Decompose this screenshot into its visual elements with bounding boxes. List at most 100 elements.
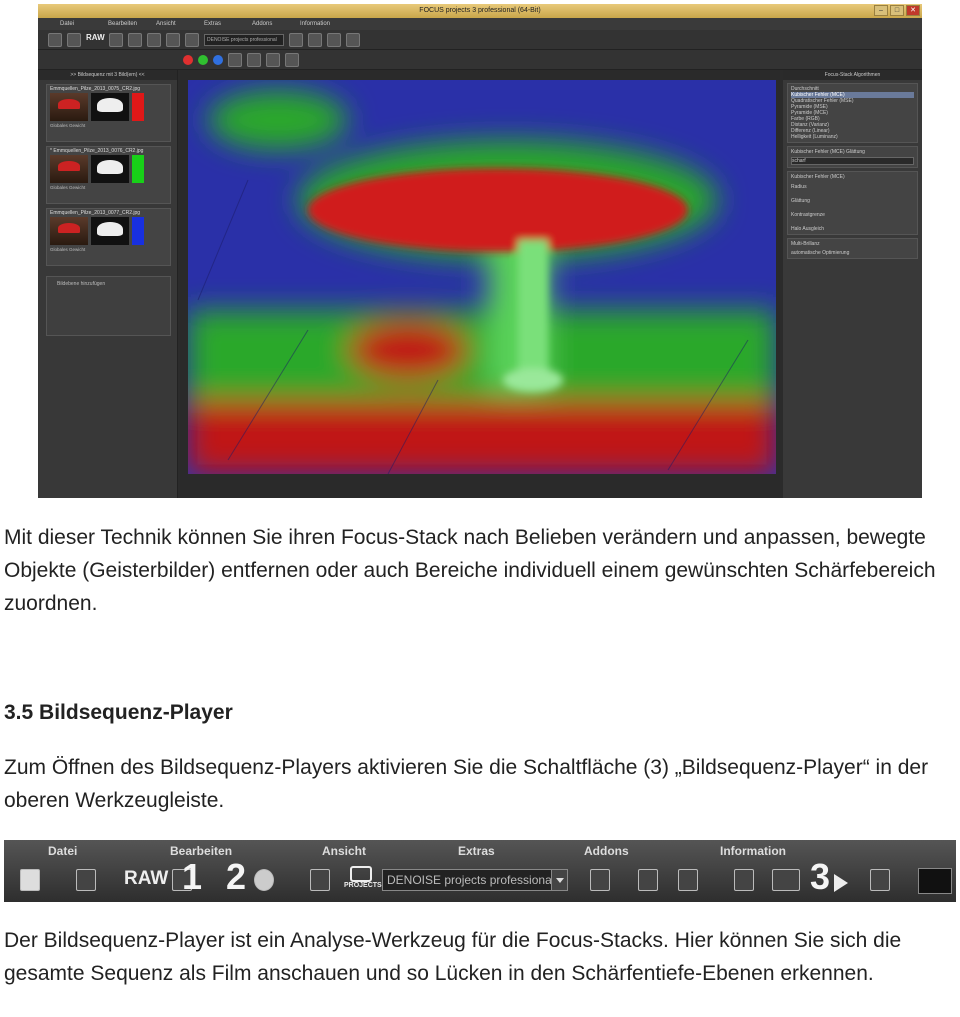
callout-2: 2	[226, 856, 247, 897]
mask-color-swatch[interactable]	[132, 155, 144, 183]
focus-app-screenshot: FOCUS projects 3 professional (64-Bit) –…	[38, 4, 922, 498]
layer-name: Emmquellen_Pilze_2013_0075_CR2.jpg	[50, 86, 141, 92]
param-contrast[interactable]: Kontrastgrenze	[791, 212, 914, 218]
menu-extras[interactable]: Extras	[458, 842, 495, 860]
eraser-icon[interactable]	[266, 52, 280, 67]
new-file-icon[interactable]	[20, 869, 40, 891]
layer-thumbnail	[50, 93, 88, 121]
maximize-button[interactable]: □	[890, 5, 904, 16]
save-project-icon[interactable]	[310, 869, 330, 891]
histogram-icon[interactable]	[918, 868, 952, 894]
menu-ansicht[interactable]: Ansicht	[134, 18, 182, 30]
algorithm-panel: Focus-Stack Algorithmen Durchschnitt Kub…	[783, 70, 922, 498]
brush-icon[interactable]	[228, 52, 242, 67]
tool-icon[interactable]	[346, 32, 360, 47]
focus-mask-image	[188, 80, 776, 474]
params-title: Kubischer Fehler (MCE)	[791, 174, 845, 180]
denoise-select[interactable]: DENOISE projects professional	[382, 869, 568, 891]
menu-ansicht[interactable]: Ansicht	[322, 842, 366, 860]
brilliance-box: Multi-Brillanz automatische Optimierung	[787, 238, 918, 259]
menu-information[interactable]: Information	[278, 18, 330, 30]
menu-extras[interactable]: Extras	[182, 18, 230, 30]
params-box: Kubischer Fehler (MCE) Radius Glättung K…	[787, 171, 918, 235]
filmstrip-icon[interactable]	[772, 869, 800, 891]
algorithm-list: Durchschnitt Kubischer Fehler (MCE) Quad…	[787, 83, 918, 143]
save-icon[interactable]	[76, 869, 96, 891]
red-mask-icon[interactable]	[183, 54, 193, 65]
mask-color-swatch[interactable]	[132, 93, 144, 121]
menu-information[interactable]: Information	[720, 842, 786, 860]
green-mask-icon[interactable]	[198, 54, 208, 65]
algorithm-item[interactable]: Helligkeit (Luminanz)	[791, 134, 914, 140]
toolbar-detail-screenshot: Datei Bearbeiten Ansicht Extras Addons I…	[4, 840, 956, 902]
param-smoothing[interactable]: Glättung	[791, 198, 914, 204]
mask-color-swatch[interactable]	[132, 217, 144, 245]
save-as-icon[interactable]	[734, 869, 754, 891]
save-icon[interactable]	[166, 32, 180, 47]
info-icon[interactable]	[870, 869, 890, 891]
play-icon[interactable]	[834, 874, 848, 892]
window-title: FOCUS projects 3 professional (64-Bit)	[419, 7, 541, 14]
raw-button[interactable]: RAW	[86, 33, 105, 47]
projects-label: PROJECTS	[344, 882, 382, 889]
title-bar: FOCUS projects 3 professional (64-Bit) –…	[38, 4, 922, 18]
tool-icon[interactable]	[109, 32, 123, 47]
projects-icon[interactable]	[185, 32, 199, 47]
smoothing-box: Kubischer Fehler (MCE) Glättung scharf	[787, 146, 918, 168]
close-button[interactable]: ✕	[906, 5, 920, 16]
chevron-down-icon[interactable]	[551, 870, 567, 890]
param-halo[interactable]: Halo Ausgleich	[791, 226, 914, 232]
section-heading: 3.5 Bildsequenz-Player	[4, 701, 233, 724]
layer-name: * Emmquellen_Pilze_2013_0076_CR2.jpg	[50, 148, 144, 154]
tool-icon[interactable]	[128, 32, 142, 47]
secondary-toolbar	[38, 50, 922, 70]
layer-item[interactable]: Emmquellen_Pilze_2013_0075_CR2.jpg Globa…	[46, 84, 171, 142]
smoothing-title: Kubischer Fehler (MCE) Glättung	[791, 149, 865, 155]
minimize-button[interactable]: –	[874, 5, 888, 16]
main-toolbar: RAW DENOISE projects professional	[38, 30, 922, 50]
image-canvas[interactable]	[180, 70, 780, 498]
layer-thumbnail	[50, 217, 88, 245]
menu-datei[interactable]: Datei	[48, 842, 77, 860]
layer-mask	[91, 93, 129, 121]
play-icon[interactable]	[327, 32, 341, 47]
projects-button[interactable]: PROJECTS	[344, 866, 382, 894]
menu-bearbeiten[interactable]: Bearbeiten	[86, 18, 137, 30]
layer-mask	[91, 155, 129, 183]
tool-icon[interactable]	[147, 32, 161, 47]
layer-thumbnail	[50, 155, 88, 183]
camera-icon	[350, 866, 372, 882]
new-icon[interactable]	[48, 32, 62, 47]
layer-item[interactable]: Emmquellen_Pilze_2013_0077_CR2.jpg Globa…	[46, 208, 171, 266]
smoothing-select[interactable]: scharf	[791, 157, 914, 165]
menu-addons[interactable]: Addons	[230, 18, 278, 30]
denoise-select-value: DENOISE projects professional	[387, 873, 555, 887]
stack-icon[interactable]	[590, 869, 610, 891]
param-radius[interactable]: Radius	[791, 184, 914, 190]
copy-icon[interactable]	[638, 869, 658, 891]
export-icon[interactable]	[678, 869, 698, 891]
menu-bar: Datei Bearbeiten Ansicht Extras Addons I…	[38, 18, 922, 30]
save-icon[interactable]	[67, 32, 81, 47]
palette-icon[interactable]	[254, 869, 274, 891]
menu-addons[interactable]: Addons	[584, 842, 629, 860]
raw-button[interactable]: RAW	[124, 868, 168, 890]
layer-panel-title: >> Bildsequenz mit 3 Bild(ern) <<	[38, 70, 177, 80]
tool-icon[interactable]	[308, 32, 322, 47]
callout-1: 1	[182, 856, 203, 897]
tool-icon[interactable]	[289, 32, 303, 47]
brilliance-title: Multi-Brillanz	[791, 241, 820, 247]
layer-item[interactable]: * Emmquellen_Pilze_2013_0076_CR2.jpg Glo…	[46, 146, 171, 204]
tool-icon[interactable]	[285, 52, 299, 67]
blue-mask-icon[interactable]	[213, 54, 223, 65]
layer-panel: >> Bildsequenz mit 3 Bild(ern) << Emmque…	[38, 70, 178, 498]
denoise-select[interactable]: DENOISE projects professional	[204, 33, 284, 46]
layer-weight-label: Globales Gewicht	[50, 185, 86, 190]
brush-icon[interactable]	[247, 52, 261, 67]
paragraph-2: Zum Öffnen des Bildsequenz-Players aktiv…	[4, 756, 929, 812]
layer-weight-label: Globales Gewicht	[50, 247, 86, 252]
menu-datei[interactable]: Datei	[38, 18, 86, 30]
add-layer-button[interactable]: Bildebene hinzufügen	[46, 276, 171, 336]
auto-optimize-checkbox[interactable]: automatische Optimierung	[791, 250, 914, 256]
layer-mask	[91, 217, 129, 245]
